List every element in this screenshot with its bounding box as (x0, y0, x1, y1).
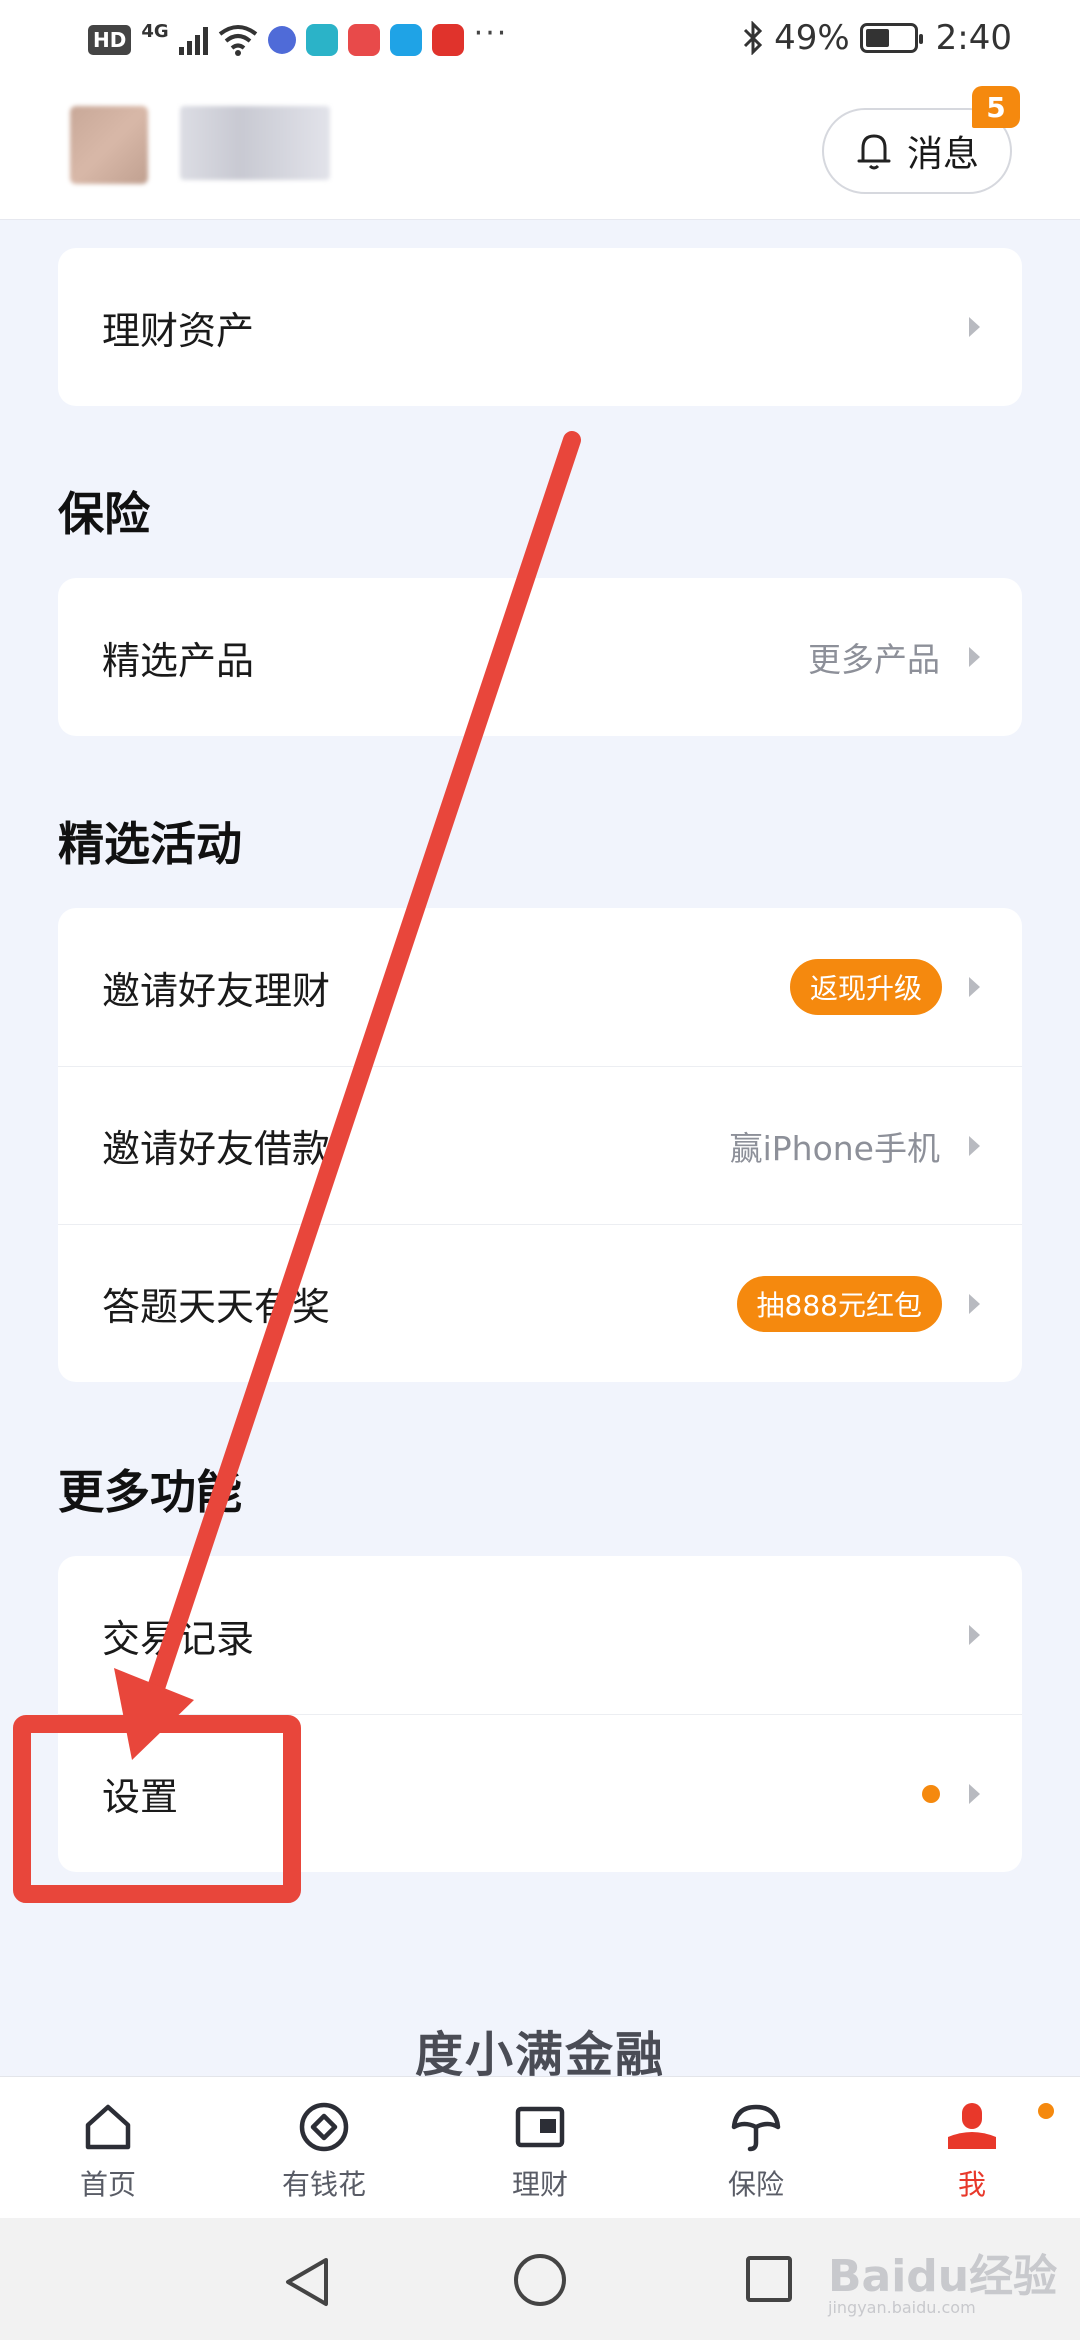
chevron-right-icon (969, 1625, 980, 1645)
chevron-right-icon (969, 647, 980, 667)
invite-friends-invest-row[interactable]: 邀请好友理财 返现升级 (58, 908, 1022, 1066)
row-label: 理财资产 (102, 308, 255, 353)
status-right: 49% 2:40 (742, 18, 1012, 58)
messages-label: 消息 (906, 134, 979, 175)
transaction-history-row[interactable]: 交易记录 (58, 1556, 1022, 1714)
home-nav-icon[interactable] (514, 2254, 566, 2306)
coin-icon (299, 2102, 349, 2152)
chevron-right-icon (969, 317, 980, 337)
insurance-card: 精选产品 更多产品 (58, 578, 1022, 736)
battery-icon (859, 23, 923, 53)
more-products-link[interactable]: 更多产品 (808, 633, 940, 681)
footer-brand: 度小满金融 (414, 2027, 665, 2083)
chevron-right-icon (969, 1783, 980, 1804)
more-notifications-icon: ··· (473, 16, 509, 51)
tab-home[interactable]: 首页 (0, 2077, 216, 2218)
tab-label: 理财 (511, 2168, 568, 2201)
message-count-badge: 5 (972, 86, 1020, 128)
tab-label: 有钱花 (281, 2168, 366, 2201)
search-app-icon (389, 23, 422, 56)
tab-me[interactable]: 我 (864, 2077, 1080, 2218)
featured-products-row[interactable]: 精选产品 更多产品 (58, 578, 1022, 736)
row-label: 交易记录 (102, 1616, 255, 1661)
battery-percent: 49% (774, 18, 850, 58)
daily-quiz-row[interactable]: 答题天天有奖 抽888元红包 (58, 1224, 1022, 1382)
back-icon[interactable] (282, 2256, 332, 2308)
chevron-right-icon (969, 1135, 980, 1156)
more-features-card: 交易记录 设置 (58, 1556, 1022, 1872)
row-label: 精选产品 (102, 638, 255, 683)
status-bar: HD 4G ··· 49% 2:40 (0, 0, 1080, 80)
tab-label: 首页 (79, 2168, 136, 2201)
promo-text: 赢iPhone手机 (729, 1128, 940, 1168)
wealth-card: 理财资产 (58, 248, 1022, 406)
huawei-store-icon (347, 23, 380, 56)
wealth-assets-row[interactable]: 理财资产 (58, 248, 1022, 406)
watermark-url: jingyan.baidu.com (828, 2298, 976, 2317)
row-label: 邀请好友借款 (102, 1127, 331, 1171)
tab-youqianhua[interactable]: 有钱花 (216, 2077, 432, 2218)
hd-indicator: HD (88, 24, 132, 55)
avatar[interactable] (70, 106, 148, 184)
wallet-icon (515, 2106, 565, 2148)
bell-icon (857, 134, 891, 170)
promo-pill: 返现升级 (789, 959, 942, 1015)
settings-row[interactable]: 设置 (58, 1714, 1022, 1872)
tab-label: 我 (957, 2168, 986, 2201)
wifi-icon (218, 24, 257, 56)
reader-app-icon (305, 23, 338, 56)
notification-dot (1037, 2103, 1054, 2119)
status-left: HD 4G ··· (88, 16, 508, 57)
watermark-logo: Baidu经验 (828, 2251, 1058, 2302)
music-app-icon (267, 25, 296, 54)
system-nav-bar: Baidu经验 jingyan.baidu.com (0, 2218, 1080, 2340)
signal-icon (178, 25, 208, 55)
row-label: 答题天天有奖 (102, 1285, 331, 1329)
heart-app-icon (431, 23, 464, 56)
promo-pill: 抽888元红包 (736, 1275, 942, 1332)
bottom-tab-bar: 首页 有钱花 理财 保险 我 (0, 2076, 1080, 2218)
home-icon (85, 2104, 131, 2150)
recents-icon[interactable] (746, 2256, 792, 2302)
tab-wealth[interactable]: 理财 (432, 2077, 648, 2218)
bluetooth-icon (744, 21, 763, 55)
row-label: 邀请好友理财 (102, 968, 331, 1013)
chevron-right-icon (969, 1293, 980, 1314)
profile-header: 消息 5 (0, 80, 1080, 220)
umbrella-icon (731, 2104, 781, 2152)
row-label: 设置 (102, 1775, 179, 1819)
section-title-insurance: 保险 (58, 487, 150, 541)
section-title-activities: 精选活动 (58, 817, 242, 871)
chevron-right-icon (969, 977, 980, 997)
invite-friends-loan-row[interactable]: 邀请好友借款 赢iPhone手机 (58, 1066, 1022, 1224)
notification-dot (922, 1784, 940, 1803)
battery-level (865, 29, 889, 47)
blurred-username[interactable] (180, 106, 330, 180)
section-title-more: 更多功能 (58, 1465, 242, 1519)
person-icon (948, 2103, 996, 2149)
network-type: 4G (141, 21, 169, 42)
activities-card: 邀请好友理财 返现升级 邀请好友借款 赢iPhone手机 答题天天有奖 抽888… (58, 908, 1022, 1382)
tab-insurance[interactable]: 保险 (648, 2077, 864, 2218)
clock: 2:40 (935, 18, 1012, 58)
tab-label: 保险 (727, 2168, 784, 2201)
